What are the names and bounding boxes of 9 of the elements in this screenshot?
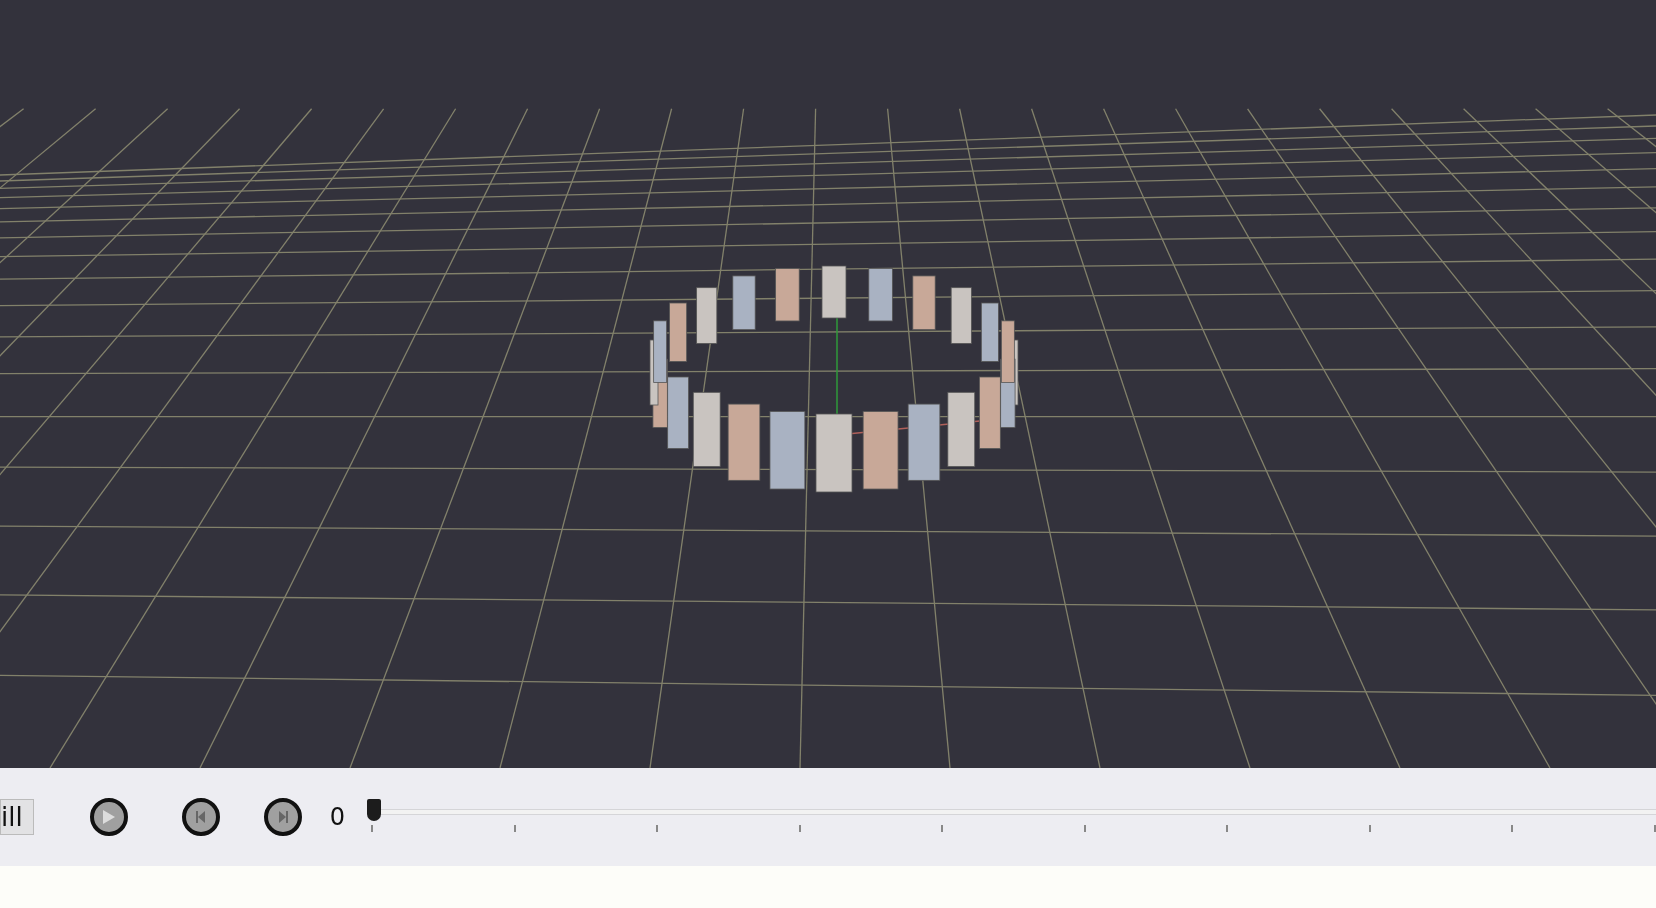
frame-counter: 0 [329, 803, 345, 831]
skip-forward-icon [277, 811, 288, 823]
skip-back-icon [195, 811, 206, 823]
step-back-button[interactable] [181, 798, 220, 836]
kill-button[interactable]: ill [0, 799, 34, 835]
slider-thumb[interactable] [366, 799, 381, 821]
step-forward-button[interactable] [263, 798, 302, 836]
play-button[interactable] [89, 798, 128, 836]
play-icon [101, 809, 116, 825]
